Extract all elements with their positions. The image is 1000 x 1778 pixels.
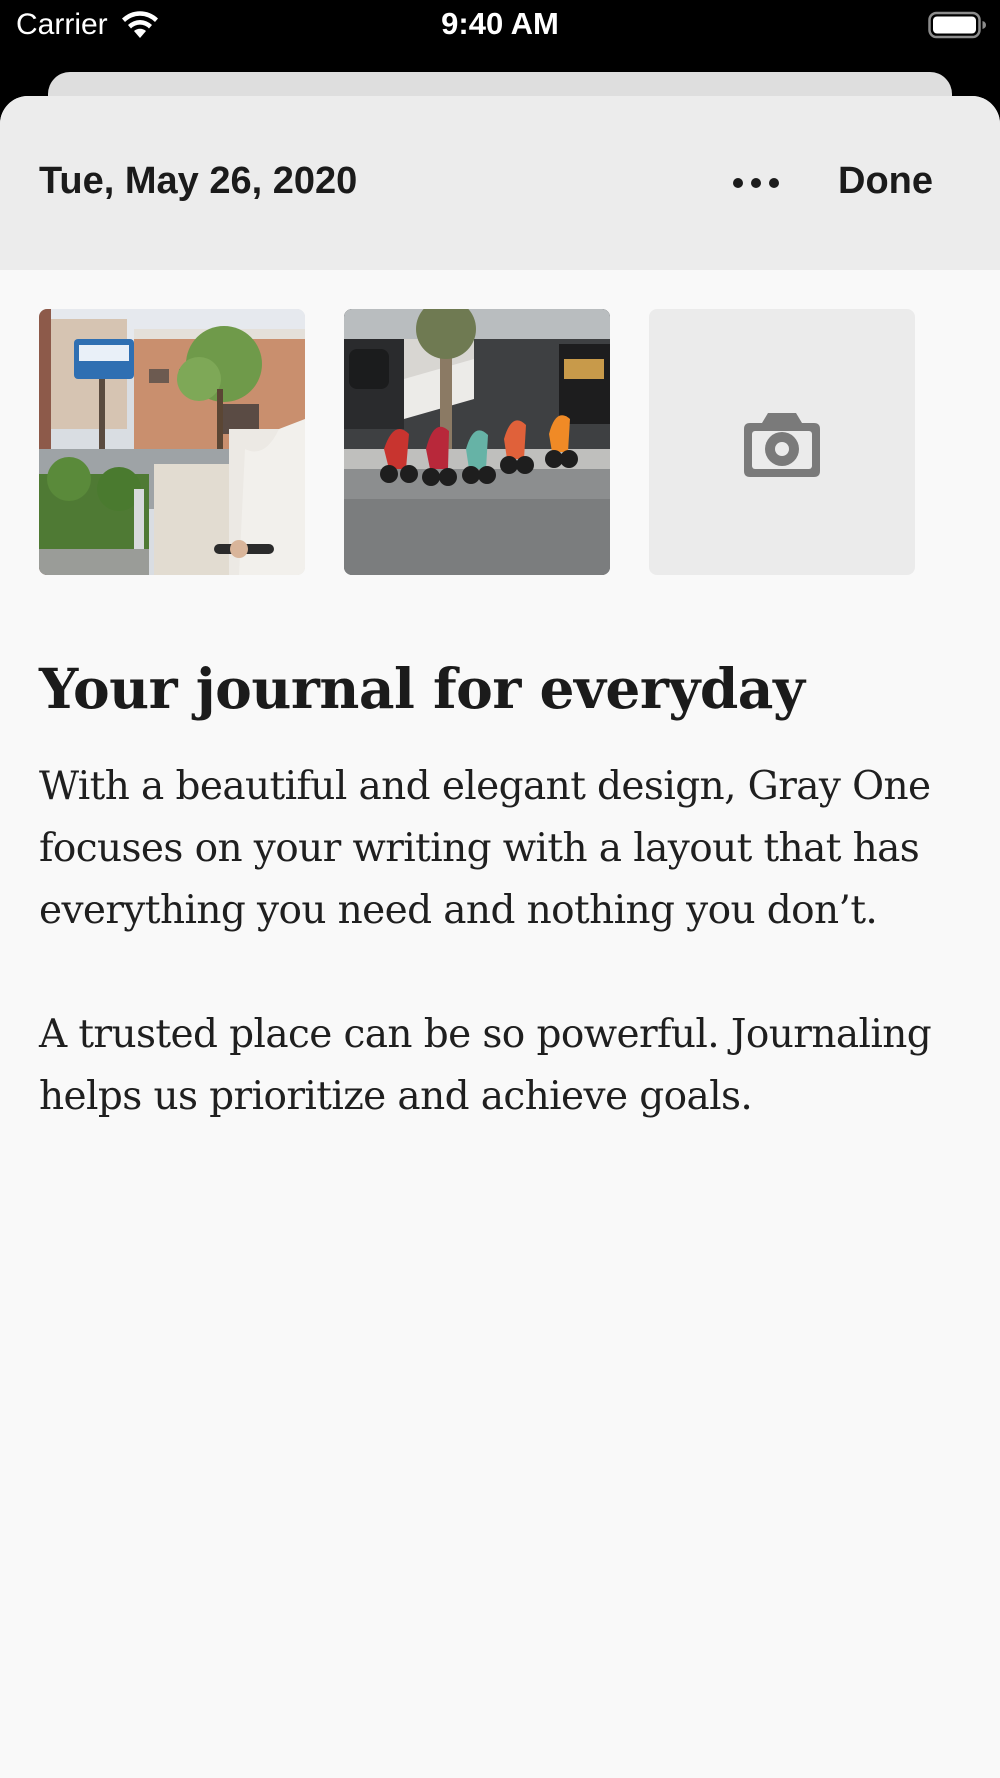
sheet-header: Tue, May 26, 2020 Done xyxy=(0,96,1000,270)
camera-icon xyxy=(744,413,820,477)
journal-entry-sheet: Tue, May 26, 2020 Done Your journal for … xyxy=(0,96,1000,1778)
ellipsis-icon xyxy=(733,178,779,188)
add-photo-button[interactable] xyxy=(649,309,915,575)
entry-title[interactable]: Your journal for everyday xyxy=(39,656,969,721)
photo-thumbnail-scooters[interactable] xyxy=(344,309,610,575)
more-options-button[interactable] xyxy=(726,158,786,208)
status-bar: Carrier 9:40 AM xyxy=(0,0,1000,70)
battery-icon xyxy=(928,10,988,40)
entry-body[interactable]: With a beautiful and elegant design, Gra… xyxy=(39,756,979,1190)
entry-paragraph: A trusted place can be so powerful. Jour… xyxy=(39,1012,932,1119)
photo-thumbnail-street[interactable] xyxy=(39,309,305,575)
done-button[interactable]: Done xyxy=(838,160,933,203)
entry-date: Tue, May 26, 2020 xyxy=(39,160,358,202)
entry-paragraph: With a beautiful and elegant design, Gra… xyxy=(39,764,931,933)
clock: 9:40 AM xyxy=(441,6,559,41)
